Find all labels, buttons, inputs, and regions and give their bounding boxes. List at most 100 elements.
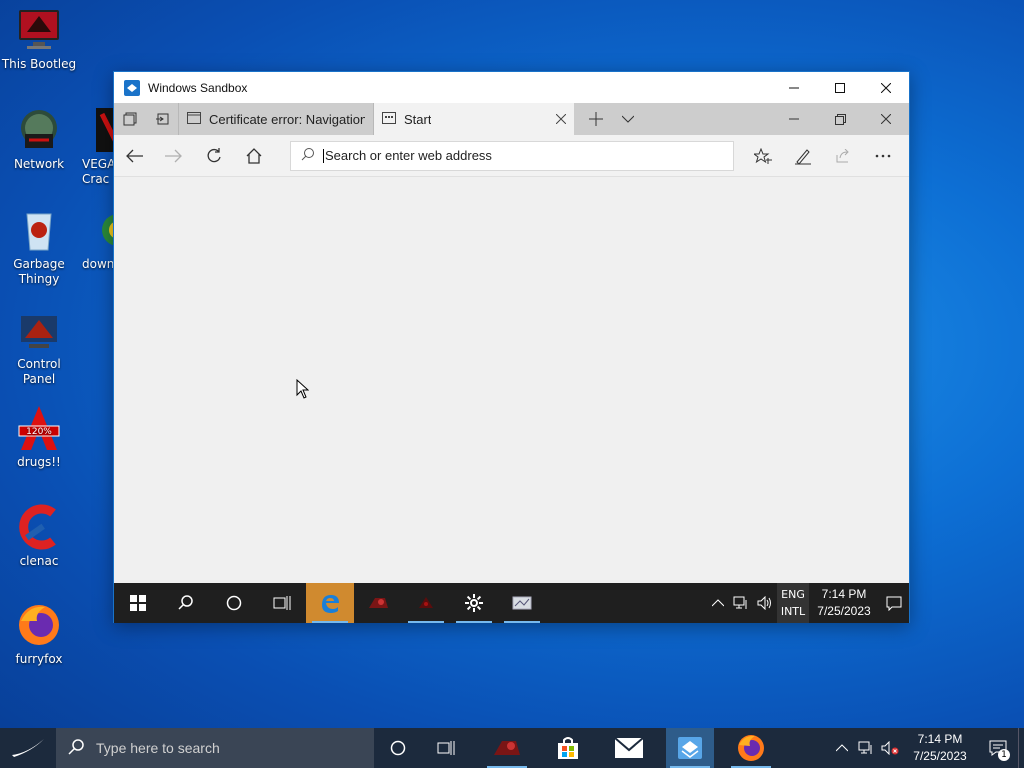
lang-layout: INTL xyxy=(780,605,806,618)
address-bar[interactable]: Search or enter web address xyxy=(290,140,734,171)
taskbar-app-icon-1[interactable] xyxy=(483,728,531,768)
clock-time: 7:14 PM xyxy=(917,732,963,746)
edge-restore-button[interactable] xyxy=(817,103,863,135)
page-icon xyxy=(187,111,201,127)
taskbar: Type here to search 7:14 PM 7/25/2023 1 xyxy=(0,728,1024,768)
volume-muted-icon[interactable] xyxy=(878,741,902,755)
search-icon xyxy=(301,147,315,164)
new-tab-button[interactable] xyxy=(580,103,612,135)
sandbox-clock[interactable]: 7:14 PM 7/25/2023 xyxy=(809,586,879,620)
show-desktop-button[interactable] xyxy=(1018,728,1024,768)
desktop-icon-label: Control Panel xyxy=(17,357,61,386)
cortana-icon[interactable] xyxy=(374,728,422,768)
sandbox-app-icon-2[interactable] xyxy=(402,583,450,623)
tabs-aside-button[interactable] xyxy=(146,103,178,135)
system-tray: 7:14 PM 7/25/2023 1 xyxy=(830,728,1024,768)
desktop-icon-label: clenac xyxy=(19,554,59,568)
recycle-bin-icon xyxy=(15,206,63,254)
desktop-icon-control-panel[interactable]: Control Panel xyxy=(0,306,78,387)
share-icon[interactable] xyxy=(823,136,863,176)
mouse-cursor-icon xyxy=(296,378,310,402)
home-button[interactable] xyxy=(234,136,274,176)
set-tabs-aside-button[interactable] xyxy=(114,103,146,135)
tab-label: Start xyxy=(404,111,432,127)
start-page-icon xyxy=(382,111,396,127)
edge-tab-bar: Certificate error: Navigation Start xyxy=(114,103,909,135)
cleaner-icon xyxy=(15,503,63,551)
task-view-icon[interactable] xyxy=(422,728,470,768)
sandbox-task-view-icon[interactable] xyxy=(258,583,306,623)
more-options-icon[interactable] xyxy=(863,136,903,176)
network-tray-icon[interactable] xyxy=(729,596,753,610)
edge-nav-bar: Search or enter web address xyxy=(114,135,909,177)
maximize-button[interactable] xyxy=(817,72,863,103)
clock-date: 7/25/2023 xyxy=(817,604,871,618)
sandbox-settings-gear-icon[interactable] xyxy=(450,583,498,623)
desktop-icon-recycle-bin[interactable]: Garbage Thingy xyxy=(0,206,78,287)
input-language-indicator[interactable]: ENG INTL xyxy=(777,583,809,623)
desktop-icon-label: Network xyxy=(13,157,65,171)
mail-icon[interactable] xyxy=(605,728,653,768)
close-button[interactable] xyxy=(863,72,909,103)
running-indicator xyxy=(456,621,492,623)
desktop-icon-clenac[interactable]: clenac xyxy=(0,503,78,569)
running-indicator xyxy=(312,621,348,623)
tab-certificate-error[interactable]: Certificate error: Navigation xyxy=(178,103,374,135)
sandbox-edge-icon[interactable] xyxy=(306,583,354,623)
desktop-icon-furryfox[interactable]: furryfox xyxy=(0,601,78,667)
refresh-button[interactable] xyxy=(194,136,234,176)
lang-code: ENG xyxy=(781,588,805,601)
sandbox-system-tray: ENG INTL 7:14 PM 7/25/2023 xyxy=(707,583,909,623)
microsoft-store-icon[interactable] xyxy=(544,728,592,768)
taskbar-search-box[interactable]: Type here to search xyxy=(56,728,374,768)
desktop-icon-network[interactable]: Network xyxy=(0,106,78,172)
sandbox-title: Windows Sandbox xyxy=(148,80,248,95)
app-icon: 120% xyxy=(15,404,63,452)
browser-content-area[interactable] xyxy=(114,177,909,583)
start-button[interactable] xyxy=(0,728,56,768)
favorites-icon[interactable] xyxy=(743,136,783,176)
computer-icon xyxy=(15,6,63,54)
sandbox-cortana-icon[interactable] xyxy=(210,583,258,623)
minimize-button[interactable] xyxy=(771,72,817,103)
desktop-icon-this-pc[interactable]: This Bootleg xyxy=(0,6,78,72)
sandbox-titlebar[interactable]: Windows Sandbox xyxy=(114,72,909,103)
show-hidden-icons-chevron-icon[interactable] xyxy=(707,599,729,607)
taskbar-clock[interactable]: 7:14 PM 7/25/2023 xyxy=(902,731,978,765)
sandbox-start-button[interactable] xyxy=(114,583,162,623)
tab-label: Certificate error: Navigation xyxy=(209,111,365,127)
notification-count-badge: 1 xyxy=(998,749,1010,761)
running-indicator xyxy=(408,621,444,623)
address-placeholder: Search or enter web address xyxy=(325,148,492,163)
running-indicator xyxy=(504,621,540,623)
show-hidden-icons-chevron-icon[interactable] xyxy=(830,744,854,752)
tab-preview-chevron-icon[interactable] xyxy=(612,103,644,135)
back-button[interactable] xyxy=(114,136,154,176)
sandbox-app-icon-3[interactable] xyxy=(498,583,546,623)
text-caret xyxy=(323,148,324,163)
windows-sandbox-taskbar-icon[interactable] xyxy=(666,728,714,768)
network-icon xyxy=(15,106,63,154)
svg-text:120%: 120% xyxy=(26,427,52,437)
control-panel-icon xyxy=(15,306,63,354)
firefox-taskbar-icon[interactable] xyxy=(727,728,775,768)
notification-center-icon[interactable]: 1 xyxy=(978,728,1018,768)
desktop-icon-drugs[interactable]: 120% drugs!! xyxy=(0,404,78,470)
tab-start[interactable]: Start xyxy=(374,103,574,135)
sandbox-app-icon xyxy=(124,79,140,96)
web-note-pen-icon[interactable] xyxy=(783,136,823,176)
forward-button[interactable] xyxy=(154,136,194,176)
edge-minimize-button[interactable] xyxy=(771,103,817,135)
sandbox-search-icon[interactable] xyxy=(162,583,210,623)
search-icon xyxy=(68,738,84,758)
sandbox-app-icon-1[interactable] xyxy=(354,583,402,623)
desktop-icon-label: drugs!! xyxy=(17,455,61,469)
firefox-icon xyxy=(15,601,63,649)
desktop-icon-label: Garbage Thingy xyxy=(13,257,65,286)
action-center-icon[interactable] xyxy=(879,596,909,611)
close-tab-icon[interactable] xyxy=(555,111,567,127)
volume-icon[interactable] xyxy=(753,596,777,610)
edge-close-button[interactable] xyxy=(863,103,909,135)
network-tray-icon[interactable] xyxy=(854,741,878,755)
sandbox-window[interactable]: Windows Sandbox Certificate error: Navig… xyxy=(113,71,910,623)
